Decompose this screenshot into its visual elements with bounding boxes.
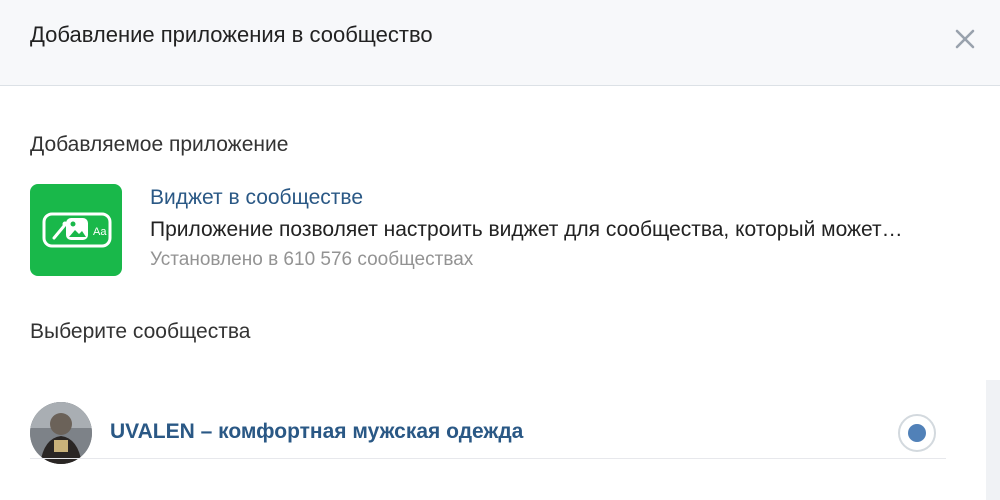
section-title-app: Добавляемое приложение: [30, 133, 289, 156]
community-avatar: [30, 402, 92, 464]
list-divider: [30, 458, 946, 459]
community-item[interactable]: UVALEN – комфортная мужская одежда: [30, 398, 946, 464]
app-install-count: Установлено в 610 576 сообществах: [150, 249, 474, 270]
community-name: UVALEN – комфортная мужская одежда: [110, 420, 524, 443]
community-radio-button[interactable]: [898, 414, 936, 452]
widget-icon-text: Aa: [93, 226, 107, 238]
section-title-choose-communities: Выберите сообщества: [30, 320, 251, 343]
app-name-link[interactable]: Виджет в сообществе: [150, 186, 363, 210]
modal-header: Добавление приложения в сообщество: [0, 0, 1000, 86]
scrollbar[interactable]: [986, 380, 1000, 500]
modal-title: Добавление приложения в сообщество: [30, 22, 433, 47]
app-description: Приложение позволяет настроить виджет дл…: [150, 218, 903, 241]
close-button[interactable]: [948, 22, 982, 56]
close-icon: [955, 29, 975, 49]
widget-app-icon[interactable]: Aa: [30, 184, 122, 276]
radio-selected-dot: [908, 424, 926, 442]
